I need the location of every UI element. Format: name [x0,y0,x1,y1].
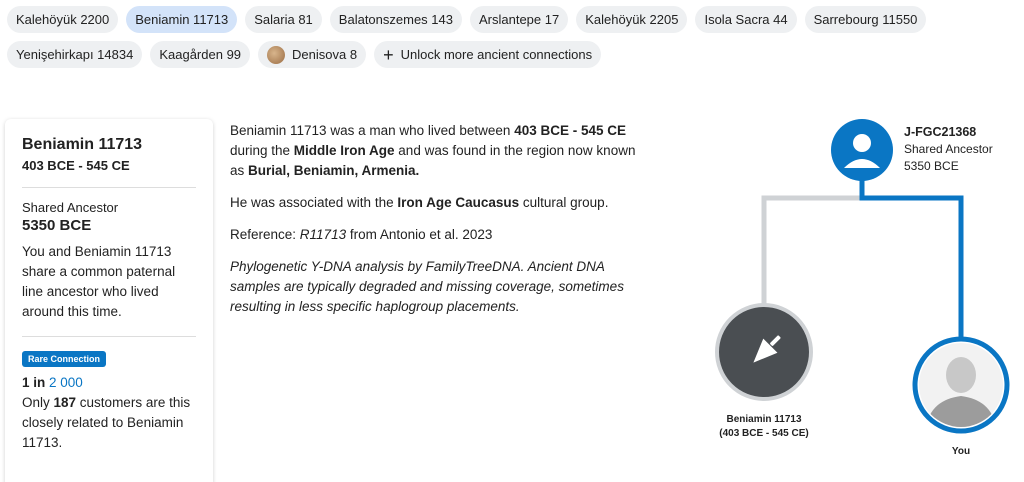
sample-description: Beniamin 11713 was a man who lived betwe… [230,121,650,329]
chip-connection[interactable]: Kalehöyük 2205 [576,6,688,33]
sample-node-dates: (403 BCE - 545 CE) [719,428,809,439]
ancestor-node [831,119,893,181]
rarity-text: 1 in 2 000 Only 187 customers are this c… [22,373,196,453]
denisova-thumbnail-icon [267,45,286,64]
only-prefix: Only [22,395,54,410]
chip-connection[interactable]: Isola Sacra 44 [695,6,797,33]
sample-node-name: Beniamin 11713 [726,414,802,425]
description-paragraph-1: Beniamin 11713 was a man who lived betwe… [230,121,650,181]
location: Burial, Beniamin, Armenia. [248,163,420,178]
ancient-connections-chips: Kalehöyük 2200 Beniamin 11713 Salaria 81… [7,6,1017,76]
shared-ancestor-label: Shared Ancestor [22,200,119,215]
divider [22,336,196,337]
you-node-label: You [951,446,971,457]
relationship-tree: J-FGC21368 Shared Ancestor 5350 BCE Beni… [690,110,1024,482]
chip-row-1: Kalehöyük 2200 Beniamin 11713 Salaria 81… [7,6,1017,33]
rare-connection-badge: Rare Connection [22,351,107,367]
text: during the [230,143,294,158]
ancestor-label-text: Shared Ancestor [904,142,993,156]
chip-connection[interactable]: Yenişehirkapı 14834 [7,41,143,68]
shared-ancestor-text: You and Beniamin 11713 share a common pa… [22,244,176,319]
chip-connection[interactable]: Arslantepe 17 [469,6,569,33]
unlock-more-button[interactable]: + Unlock more ancient connections [374,41,602,68]
chip-connection[interactable]: Kalehöyük 2200 [7,6,119,33]
era: Middle Iron Age [293,143,395,158]
ancestor-label: J-FGC21368 Shared Ancestor 5350 BCE [904,124,993,175]
chip-connection[interactable]: Sarrebourg 11550 [804,6,927,33]
shared-ancestor-date: 5350 BCE [22,217,92,234]
sample-dates: 403 BCE - 545 CE [22,158,130,173]
date-range: 403 BCE - 545 CE [514,123,626,138]
chip-row-2: Yenişehirkapı 14834 Kaagården 99 Denisov… [7,41,1017,68]
text: cultural group. [519,195,609,210]
divider [22,187,196,188]
you-branch-line [859,170,964,342]
only-count: 187 [53,395,77,410]
chip-connection[interactable]: Balatonszemes 143 [329,6,462,33]
chip-connection-denisova[interactable]: Denisova 8 [258,41,367,68]
connection-summary-card: Beniamin 11713 403 BCE - 545 CE Shared A… [5,119,213,482]
sample-branch-line [761,195,862,310]
text: Reference: [230,227,300,242]
ratio-value: 2 000 [49,375,83,390]
text: He was associated with the [230,195,398,210]
chip-connection[interactable]: Kaagården 99 [150,41,251,68]
plus-icon: + [383,44,394,65]
sample-node [715,303,813,401]
sample-node-label: Beniamin 11713 (403 BCE - 545 CE) [700,413,828,441]
chip-connection-selected[interactable]: Beniamin 11713 [126,6,238,33]
reference-id: R11713 [299,227,347,242]
text: Beniamin 11713 was a man who lived betwe… [230,123,515,138]
reference-paragraph: Reference: R11713 from Antonio et al. 20… [230,225,650,245]
ratio-prefix: 1 in [22,375,50,390]
chip-connection[interactable]: Salaria 81 [245,6,322,33]
sample-name: Beniamin 11713 [22,136,143,153]
text: from Antonio et al. 2023 [346,227,493,242]
chip-label: Denisova 8 [292,47,358,62]
unlock-more-label: Unlock more ancient connections [400,47,593,62]
description-paragraph-2: He was associated with the Iron Age Cauc… [230,193,650,213]
disclaimer-paragraph: Phylogenetic Y-DNA analysis by FamilyTre… [230,259,624,314]
cultural-group: Iron Age Caucasus [397,195,520,210]
ancestor-haplogroup: J-FGC21368 [904,125,977,139]
you-node [912,336,1010,434]
ancestor-date: 5350 BCE [904,159,959,173]
